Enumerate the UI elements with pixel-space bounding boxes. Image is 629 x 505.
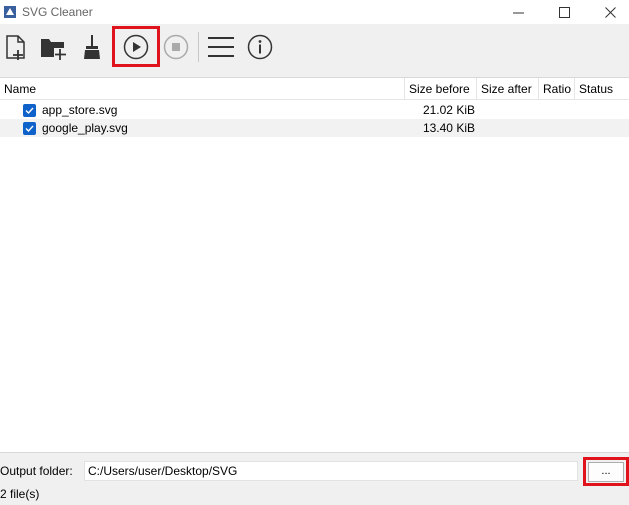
stop-button[interactable] <box>161 32 191 62</box>
menu-icon <box>208 37 234 57</box>
add-file-icon <box>6 35 25 60</box>
clear-list-button[interactable] <box>77 32 107 62</box>
output-folder-label: Output folder: <box>0 464 73 478</box>
stop-icon <box>163 34 189 60</box>
status-file-count: 2 file(s) <box>0 487 40 501</box>
file-name: app_store.svg <box>42 103 118 117</box>
minimize-icon <box>512 12 524 13</box>
file-size-before: 13.40 KiB <box>422 121 475 135</box>
column-header-status[interactable]: Status <box>575 78 629 100</box>
file-name: google_play.svg <box>42 121 128 135</box>
column-header-size-before[interactable]: Size before <box>405 78 477 100</box>
window-title: SVG Cleaner <box>22 5 93 19</box>
browse-button-highlight <box>583 457 629 486</box>
close-button[interactable] <box>587 0 629 24</box>
settings-menu-button[interactable] <box>206 32 236 62</box>
checkmark-icon <box>25 107 34 115</box>
file-list[interactable]: Name Size before Size after Ratio Status… <box>0 77 629 453</box>
column-header-size-after[interactable]: Size after <box>477 78 539 100</box>
about-button[interactable] <box>245 32 275 62</box>
file-size-before: 21.02 KiB <box>422 103 475 117</box>
toolbar-separator <box>198 32 199 62</box>
checkmark-icon <box>25 125 34 133</box>
file-checkbox[interactable] <box>23 104 36 117</box>
maximize-icon <box>558 6 570 18</box>
broom-icon <box>84 35 100 59</box>
run-button-highlight <box>112 26 160 67</box>
file-list-header: Name Size before Size after Ratio Status <box>0 78 629 100</box>
svg-cleaner-app-icon <box>4 6 16 18</box>
maximize-button[interactable] <box>541 0 587 24</box>
file-checkbox[interactable] <box>23 122 36 135</box>
table-row[interactable]: app_store.svg 21.02 KiB <box>0 101 629 119</box>
add-files-button[interactable] <box>1 32 31 62</box>
add-folder-icon <box>41 39 66 60</box>
add-folder-button[interactable] <box>38 32 68 62</box>
close-icon <box>604 6 616 18</box>
output-folder-input[interactable] <box>84 461 578 481</box>
minimize-button[interactable] <box>495 0 541 24</box>
table-row[interactable]: google_play.svg 13.40 KiB <box>0 119 629 137</box>
column-header-name[interactable]: Name <box>0 78 405 100</box>
info-icon <box>247 34 273 60</box>
toolbar <box>0 24 629 70</box>
title-bar: SVG Cleaner <box>0 0 629 24</box>
column-header-ratio[interactable]: Ratio <box>539 78 575 100</box>
